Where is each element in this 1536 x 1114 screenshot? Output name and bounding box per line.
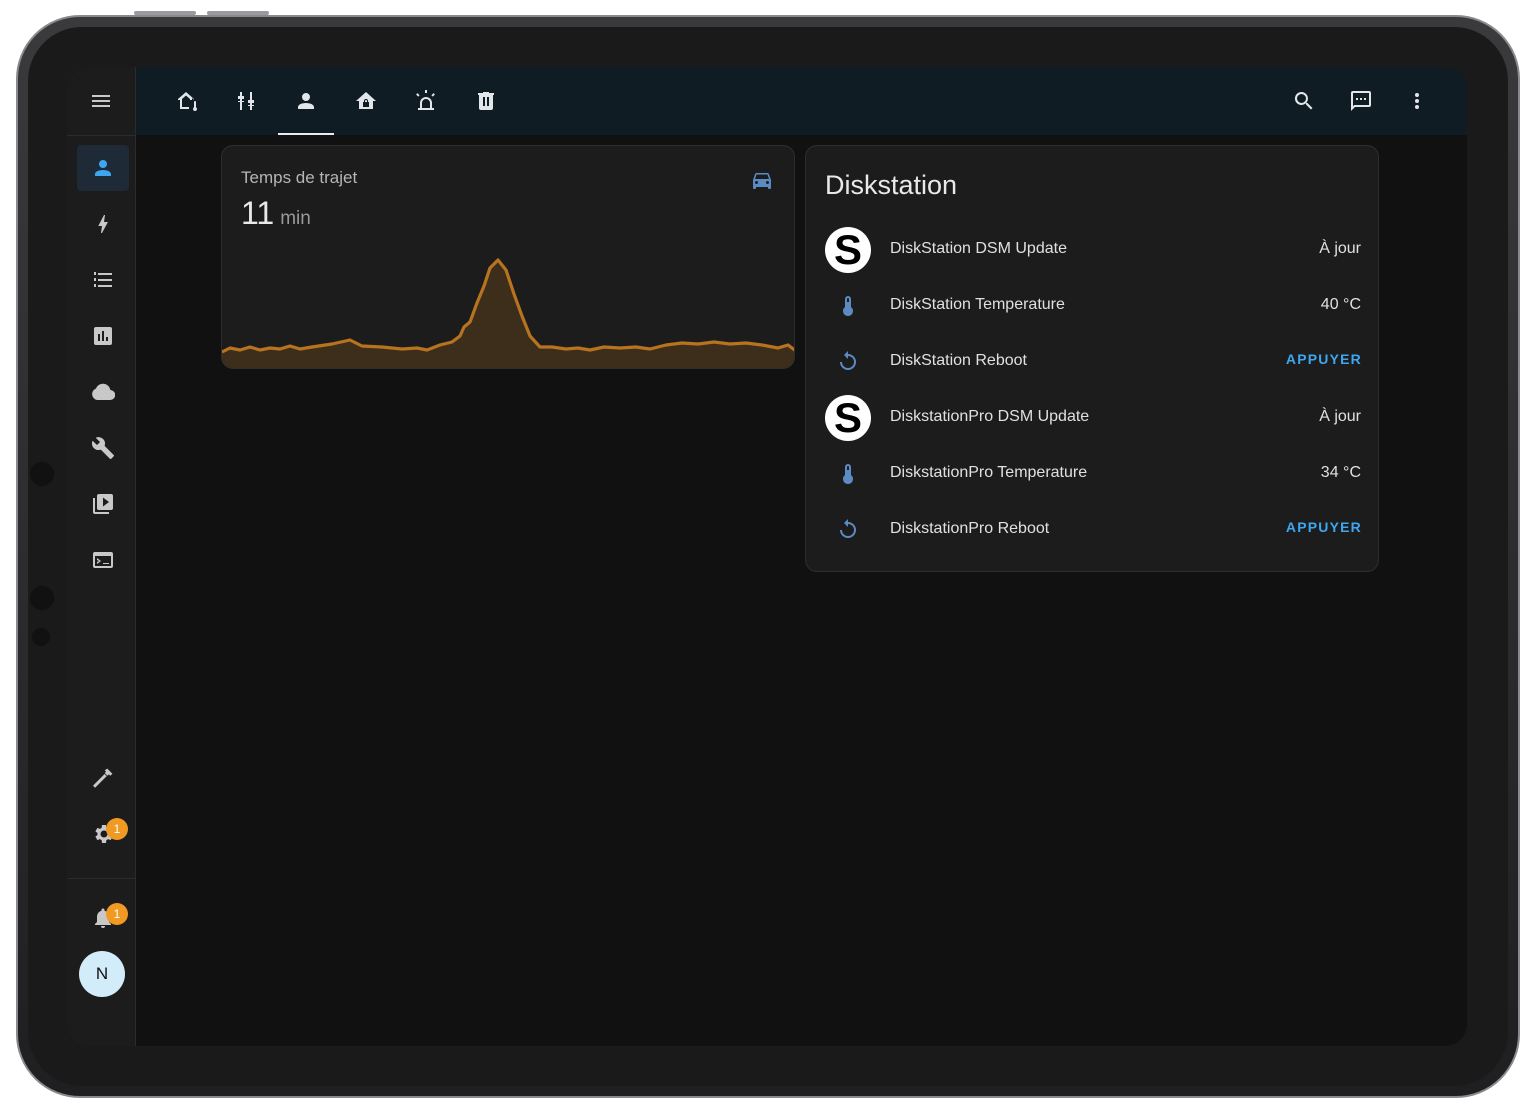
- assist-chat-icon: [1351, 91, 1371, 111]
- sidebar-item-media[interactable]: [77, 481, 129, 527]
- entity-name: DiskStation Reboot: [890, 352, 1027, 369]
- search-button[interactable]: [1282, 79, 1326, 123]
- volume-button: [207, 11, 269, 15]
- entity-name: DiskStation Temperature: [890, 296, 1065, 313]
- entity-name: DiskstationPro Temperature: [890, 464, 1088, 481]
- sidebar-item-developer-tools[interactable]: [77, 755, 129, 801]
- tab-home-security[interactable]: [338, 67, 394, 135]
- entity-row: DiskStation Reboot APPUYER: [806, 335, 1378, 391]
- top-app-bar: [136, 67, 1467, 135]
- car-icon: [753, 173, 771, 189]
- sensor-value-wrapper: 11 min: [241, 195, 311, 232]
- travel-time-sparkline: [222, 258, 794, 368]
- tab-trash[interactable]: [458, 67, 514, 135]
- avatar[interactable]: N: [79, 951, 125, 997]
- terminal-icon: [93, 552, 113, 568]
- person-icon: [298, 93, 314, 109]
- notifications-badge: 1: [106, 903, 128, 925]
- entity-icon: S: [825, 227, 871, 273]
- sensor-unit: min: [280, 208, 311, 229]
- hamburger-icon: [92, 95, 110, 107]
- trash-icon: [478, 92, 494, 110]
- tab-alarm[interactable]: [398, 67, 454, 135]
- sensor-name: Temps de trajet: [241, 168, 358, 187]
- wrench-icon: [91, 437, 114, 459]
- sidebar-item-cloud[interactable]: [77, 369, 129, 415]
- entity-row[interactable]: S DiskStation DSM Update À jour: [806, 223, 1378, 279]
- hammer-icon: [93, 768, 113, 788]
- entity-row[interactable]: DiskStation Temperature 40 °C: [806, 279, 1378, 335]
- entity-icon: [825, 451, 871, 497]
- entity-row[interactable]: S DiskstationPro DSM Update À jour: [806, 391, 1378, 447]
- diskstation-card: Diskstation S DiskStation DSM Update À j…: [805, 145, 1379, 572]
- restart-icon: [840, 519, 856, 538]
- sidebar-item-history[interactable]: [77, 313, 129, 359]
- entity-icon: [825, 339, 871, 385]
- sidebar: 1 1 N: [67, 67, 136, 1046]
- card-title: Diskstation: [825, 170, 958, 200]
- more-options-button[interactable]: [1395, 79, 1439, 123]
- synology-s-icon: S: [825, 395, 871, 441]
- home-thermometer-icon: [178, 92, 197, 112]
- entity-name: DiskstationPro Reboot: [890, 520, 1050, 537]
- tab-controls[interactable]: [218, 67, 274, 135]
- sidebar-item-profile[interactable]: [77, 145, 129, 191]
- thermometer-icon: [843, 296, 853, 316]
- more-vert-icon: [1415, 93, 1419, 109]
- thermometer-icon: [843, 464, 853, 484]
- tab-home-climate[interactable]: [160, 67, 216, 135]
- camera-sensor: [32, 628, 50, 646]
- settings-badge: 1: [106, 818, 128, 840]
- sidebar-item-energy[interactable]: [77, 201, 129, 247]
- sensor-value: 11: [241, 195, 275, 231]
- entity-state: 40 °C: [1320, 296, 1361, 313]
- search-icon: [1294, 92, 1313, 110]
- list-icon: [94, 272, 112, 287]
- menu-button[interactable]: [67, 67, 135, 136]
- sidebar-item-terminal[interactable]: [77, 537, 129, 583]
- entity-name: DiskStation DSM Update: [890, 240, 1067, 257]
- camera-sensor: [30, 462, 54, 486]
- person-icon: [95, 160, 111, 176]
- alarm-light-icon: [416, 90, 435, 110]
- travel-time-card[interactable]: Temps de trajet 11 min: [221, 145, 795, 369]
- entity-row: DiskstationPro Reboot APPUYER: [806, 503, 1378, 559]
- entity-icon: [825, 283, 871, 329]
- camera-sensor: [30, 586, 54, 610]
- sidebar-divider: [67, 878, 135, 879]
- entity-state: À jour: [1319, 408, 1361, 425]
- entity-icon: S: [825, 395, 871, 441]
- chart-icon: [94, 327, 112, 345]
- entity-name: DiskstationPro DSM Update: [890, 408, 1090, 425]
- press-button[interactable]: APPUYER: [1286, 351, 1362, 367]
- synology-s-icon: S: [825, 227, 871, 273]
- sidebar-item-tools[interactable]: [77, 425, 129, 471]
- tab-person[interactable]: [278, 67, 334, 135]
- press-button[interactable]: APPUYER: [1286, 519, 1362, 535]
- home-lock-icon: [356, 92, 376, 109]
- lightning-icon: [98, 215, 108, 233]
- entity-state: À jour: [1319, 240, 1361, 257]
- restart-icon: [840, 351, 856, 370]
- entity-icon: [825, 507, 871, 553]
- entity-row[interactable]: DiskstationPro Temperature 34 °C: [806, 447, 1378, 503]
- volume-button: [134, 11, 196, 15]
- sidebar-item-logbook[interactable]: [77, 257, 129, 303]
- media-icon: [93, 494, 113, 514]
- screen: 1 1 N Temps de trajet 11 min Diskstation…: [67, 67, 1467, 1046]
- entity-state: 34 °C: [1320, 464, 1361, 481]
- cloud-icon: [92, 383, 115, 401]
- assist-button[interactable]: [1339, 79, 1383, 123]
- tune-sliders-icon: [238, 92, 254, 110]
